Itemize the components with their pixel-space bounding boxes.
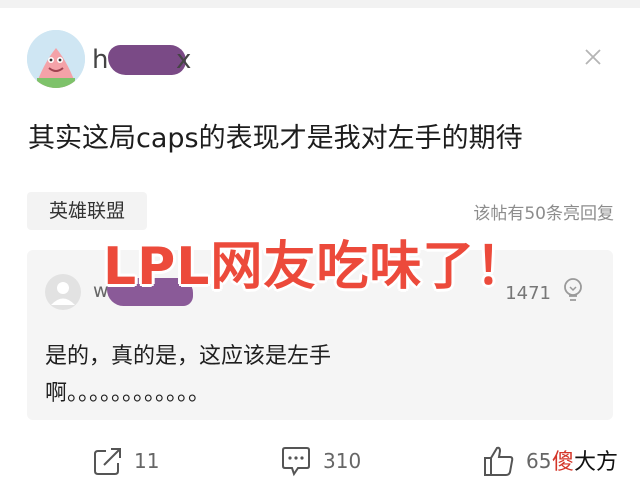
post-title: 其实这局caps的表现才是我对左手的期待 xyxy=(28,123,523,154)
share-icon xyxy=(94,448,121,475)
share-count: 11 xyxy=(134,449,160,473)
like-count: 65 xyxy=(526,449,552,473)
lightbulb-icon[interactable] xyxy=(561,276,585,306)
post-username-end[interactable]: x xyxy=(176,45,191,75)
comment-icon xyxy=(282,447,310,477)
watermark: 傻大方 xyxy=(552,444,618,476)
close-icon[interactable] xyxy=(580,46,606,72)
thumbs-up-icon xyxy=(484,446,514,476)
top-divider xyxy=(0,0,640,8)
post-username-start[interactable]: h xyxy=(92,45,108,75)
watermark-red-char: 傻 xyxy=(552,450,575,475)
comment-text-line: 啊。。。。。。。。。。。。 xyxy=(45,381,211,406)
comment-count: 310 xyxy=(323,449,362,473)
comment-button[interactable]: 310 xyxy=(279,443,361,479)
comment-avatar[interactable] xyxy=(45,274,81,310)
share-button[interactable]: 11 xyxy=(92,443,159,479)
reply-count-link[interactable]: 该帖有50条亮回复 xyxy=(473,199,614,224)
user-avatar[interactable] xyxy=(27,30,85,88)
like-button[interactable]: 65 xyxy=(482,443,551,479)
overlay-caption: LPL网友吃味了！ xyxy=(103,237,529,297)
comment-text-line: 是的，真的是，这应该是左手 xyxy=(45,344,332,369)
watermark-text: 大方 xyxy=(574,450,619,475)
username-redaction xyxy=(108,45,186,75)
avatar-image xyxy=(27,30,85,88)
comment-text: 是的，真的是，这应该是左手 啊。。。。。。。。。。。。 xyxy=(45,338,405,412)
